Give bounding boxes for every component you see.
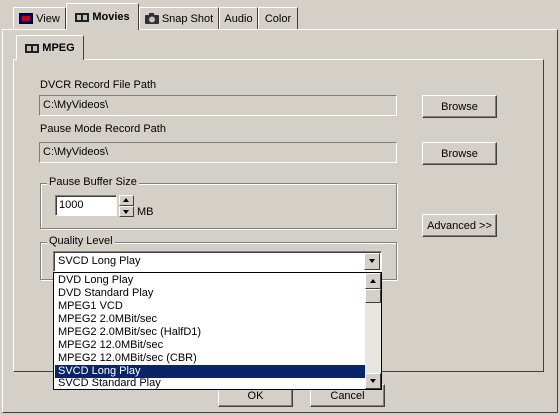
quality-option-mpeg2-12mbit[interactable]: MPEG2 12.0MBit/sec bbox=[55, 339, 368, 352]
quality-dropdown-list[interactable]: DVD Long Play DVD Standard Play MPEG1 VC… bbox=[53, 272, 382, 390]
quality-option-dvd-standard-play[interactable]: DVD Standard Play bbox=[55, 287, 368, 300]
scroll-thumb[interactable] bbox=[365, 289, 381, 303]
subtab-mpeg[interactable]: MPEG bbox=[16, 35, 84, 60]
dropdown-scrollbar[interactable] bbox=[365, 273, 381, 389]
spin-down-button[interactable] bbox=[119, 206, 134, 217]
tab-audio-label: Audio bbox=[224, 12, 253, 25]
quality-option-dvd-long-play[interactable]: DVD Long Play bbox=[55, 274, 368, 287]
dvcr-path-label: DVCR Record File Path bbox=[40, 79, 157, 91]
chevron-down-icon bbox=[369, 259, 375, 263]
pause-buffer-spinner[interactable] bbox=[119, 195, 134, 217]
tv-icon bbox=[19, 13, 34, 24]
tab-color-label: Color bbox=[264, 12, 292, 25]
quality-selected-value: SVCD Long Play bbox=[58, 255, 141, 267]
tab-view-label: View bbox=[36, 12, 60, 25]
arrow-up-icon bbox=[370, 279, 376, 283]
arrow-down-icon bbox=[123, 210, 129, 214]
quality-option-mpeg2-12mbit-cbr[interactable]: MPEG2 12.0MBit/sec (CBR) bbox=[55, 352, 368, 365]
tab-audio[interactable]: Audio bbox=[219, 7, 258, 29]
tab-color[interactable]: Color bbox=[258, 7, 298, 29]
quality-title: Quality Level bbox=[47, 235, 115, 247]
quality-option-mpeg2-2mbit[interactable]: MPEG2 2.0MBit/sec bbox=[55, 313, 368, 326]
pause-buffer-input[interactable]: 1000 bbox=[55, 195, 117, 216]
pause-buffer-title: Pause Buffer Size bbox=[47, 176, 139, 188]
arrow-down-icon bbox=[370, 379, 376, 383]
advanced-button[interactable]: Advanced >> bbox=[422, 214, 497, 237]
quality-option-svcd-standard-play[interactable]: SVCD Standard Play bbox=[55, 377, 368, 390]
tab-snap-shot-label: Snap Shot bbox=[161, 12, 214, 25]
tab-view[interactable]: View bbox=[13, 7, 66, 29]
camera-icon bbox=[144, 13, 159, 24]
quality-select[interactable]: SVCD Long Play bbox=[53, 251, 382, 272]
quality-option-mpeg2-2mbit-halfd1[interactable]: MPEG2 2.0MBit/sec (HalfD1) bbox=[55, 326, 368, 339]
tab-snap-shot[interactable]: Snap Shot bbox=[139, 7, 219, 29]
scroll-down-button[interactable] bbox=[365, 373, 381, 389]
film-icon bbox=[25, 43, 40, 54]
arrow-up-icon bbox=[123, 198, 129, 202]
quality-dropdown-button[interactable] bbox=[364, 253, 380, 270]
scroll-up-button[interactable] bbox=[365, 273, 381, 289]
dvcr-browse-button[interactable]: Browse bbox=[422, 95, 497, 118]
pause-path-field[interactable]: C:\MyVideos\ bbox=[39, 142, 397, 163]
subtab-mpeg-label: MPEG bbox=[42, 42, 75, 54]
dvcr-path-field[interactable]: C:\MyVideos\ bbox=[39, 95, 397, 116]
spin-up-button[interactable] bbox=[119, 195, 134, 206]
tab-movies-label: Movies bbox=[92, 11, 130, 23]
pause-buffer-unit: MB bbox=[137, 206, 154, 218]
pause-path-label: Pause Mode Record Path bbox=[40, 123, 166, 135]
tab-movies[interactable]: Movies bbox=[66, 3, 139, 30]
film-icon bbox=[75, 12, 90, 23]
quality-option-mpeg1-vcd[interactable]: MPEG1 VCD bbox=[55, 300, 368, 313]
pause-browse-button[interactable]: Browse bbox=[422, 142, 497, 165]
